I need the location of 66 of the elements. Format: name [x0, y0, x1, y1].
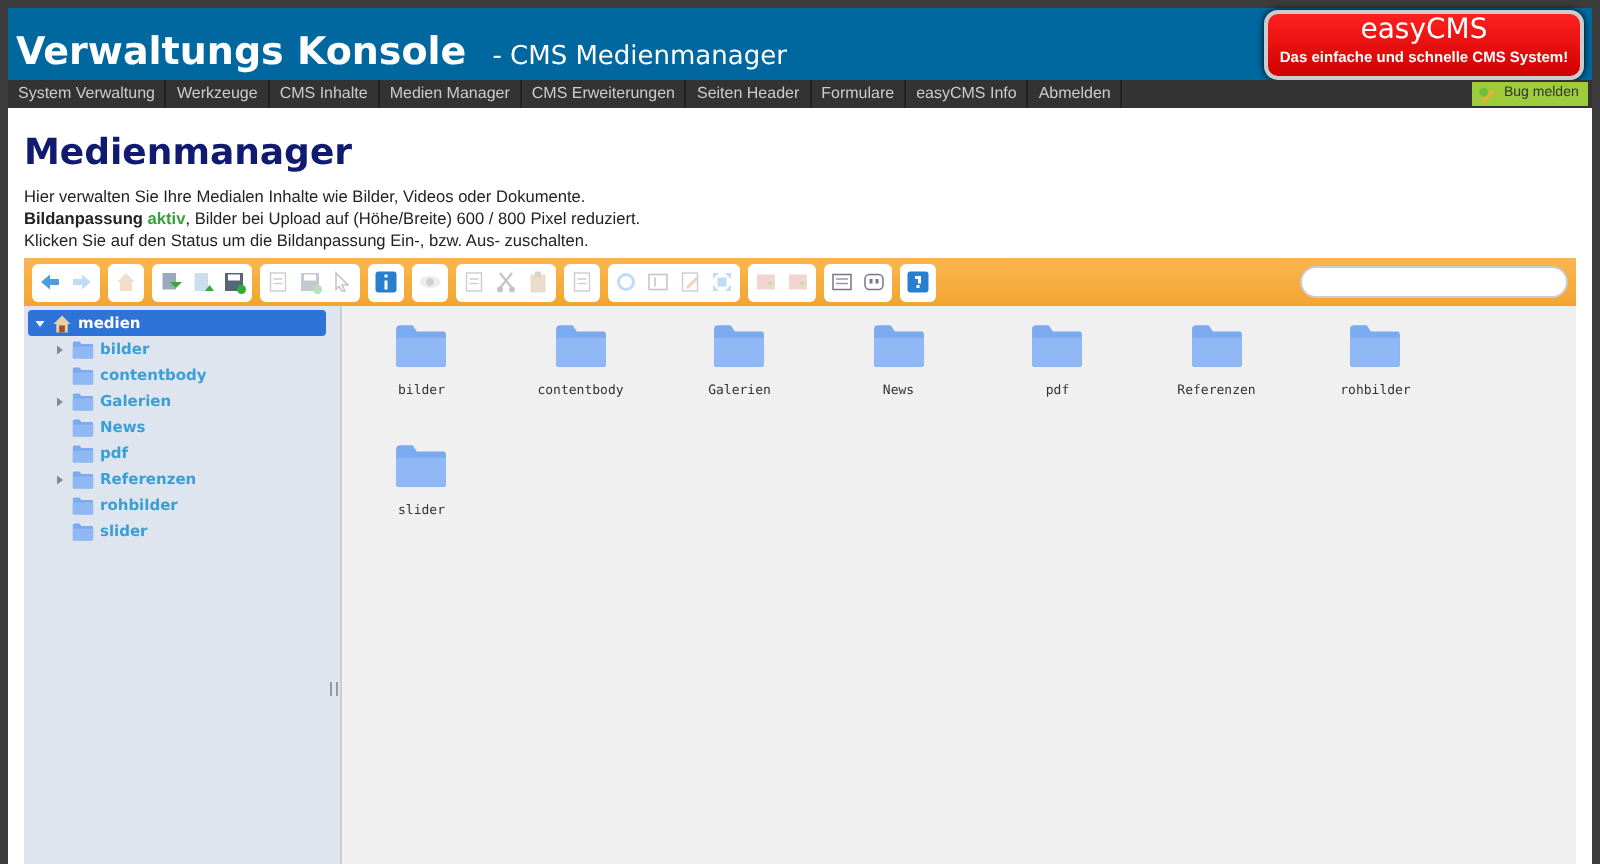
nav-link[interactable]: Seiten Header [686, 80, 812, 108]
toolbar-button[interactable] [902, 265, 934, 299]
eye-icon [418, 270, 442, 294]
nav-link[interactable]: System Verwaltung [8, 80, 167, 108]
upload-icon [190, 270, 214, 294]
expanded-arrow-icon[interactable] [34, 317, 46, 329]
folder-icon [553, 322, 608, 370]
text-field-icon [646, 270, 670, 294]
page-subtitle: - CMS Medienmanager [492, 42, 787, 72]
info-text: Bildanpassung aktiv, Bilder bei Upload auf (Höhe/Breite) 600 / 800 Pixel reduziert. [24, 208, 643, 230]
folder-icon [72, 443, 94, 463]
search-field[interactable] [1300, 266, 1568, 298]
scissors-icon [494, 270, 518, 294]
pencil-icon [1478, 85, 1498, 103]
folder-icon [72, 391, 94, 411]
help-icon [906, 270, 930, 294]
download-icon [158, 270, 182, 294]
nav-link[interactable]: CMS Inhalte [269, 80, 380, 108]
info-text: Hier verwalten Sie Ihre Medialen Inhalte wie Bilder, Videos oder Dokumente. [24, 186, 588, 208]
clipboard-icon [526, 270, 550, 294]
info-text: Klicken Sie auf den Status um die Bildanpassung Ein-, bzw. Aus- zuschalten. [24, 230, 591, 252]
floppy-icon [222, 270, 246, 294]
pencil-icon [678, 270, 702, 294]
folder-icon [1189, 322, 1244, 370]
resize-icon [710, 270, 734, 294]
archive-icon [786, 270, 810, 294]
app-title: Verwaltungs Konsole [16, 30, 467, 74]
toolbar-button[interactable] [370, 265, 402, 299]
document-icon [570, 270, 594, 294]
house-icon [52, 313, 72, 333]
list-view-icon [830, 270, 854, 294]
folder-icon [72, 365, 94, 385]
resize-handle[interactable] [330, 682, 338, 696]
folder-icon [871, 322, 926, 370]
nav-link[interactable]: Formulare [811, 80, 907, 108]
archive-icon [754, 270, 778, 294]
folder-icon [72, 495, 94, 515]
folder-icon [712, 322, 767, 370]
nav-link[interactable]: CMS Erweiterungen [521, 80, 687, 108]
folder-icon [72, 469, 94, 489]
rotate-icon [614, 270, 638, 294]
nav-link[interactable]: Werkzeuge [166, 80, 270, 108]
info-icon [374, 270, 398, 294]
page-heading: Medienmanager [24, 132, 355, 174]
folder-icon [72, 339, 94, 359]
document-icon [266, 270, 290, 294]
floppy-icon [298, 270, 322, 294]
folder-icon [1030, 322, 1085, 370]
cursor-icon [330, 270, 354, 294]
house-icon [114, 270, 138, 294]
nav-link[interactable]: Medien Manager [379, 80, 522, 108]
logo-name: easyCMS [1360, 14, 1488, 48]
document-icon [462, 270, 486, 294]
collapsed-arrow-icon[interactable] [54, 343, 66, 355]
collapsed-arrow-icon[interactable] [54, 395, 66, 407]
folder-icon [1348, 322, 1403, 370]
nav-link[interactable]: Abmelden [1028, 80, 1123, 108]
folder-icon [394, 322, 449, 370]
nav-link[interactable]: easyCMS Info [906, 80, 1029, 108]
folder-icon [72, 521, 94, 541]
arrow-left-icon [38, 270, 62, 294]
folder-icon [72, 417, 94, 437]
folder-icon [394, 442, 449, 490]
icon-view-icon [862, 270, 886, 294]
collapsed-arrow-icon[interactable] [54, 473, 66, 485]
arrow-right-icon [70, 270, 94, 294]
